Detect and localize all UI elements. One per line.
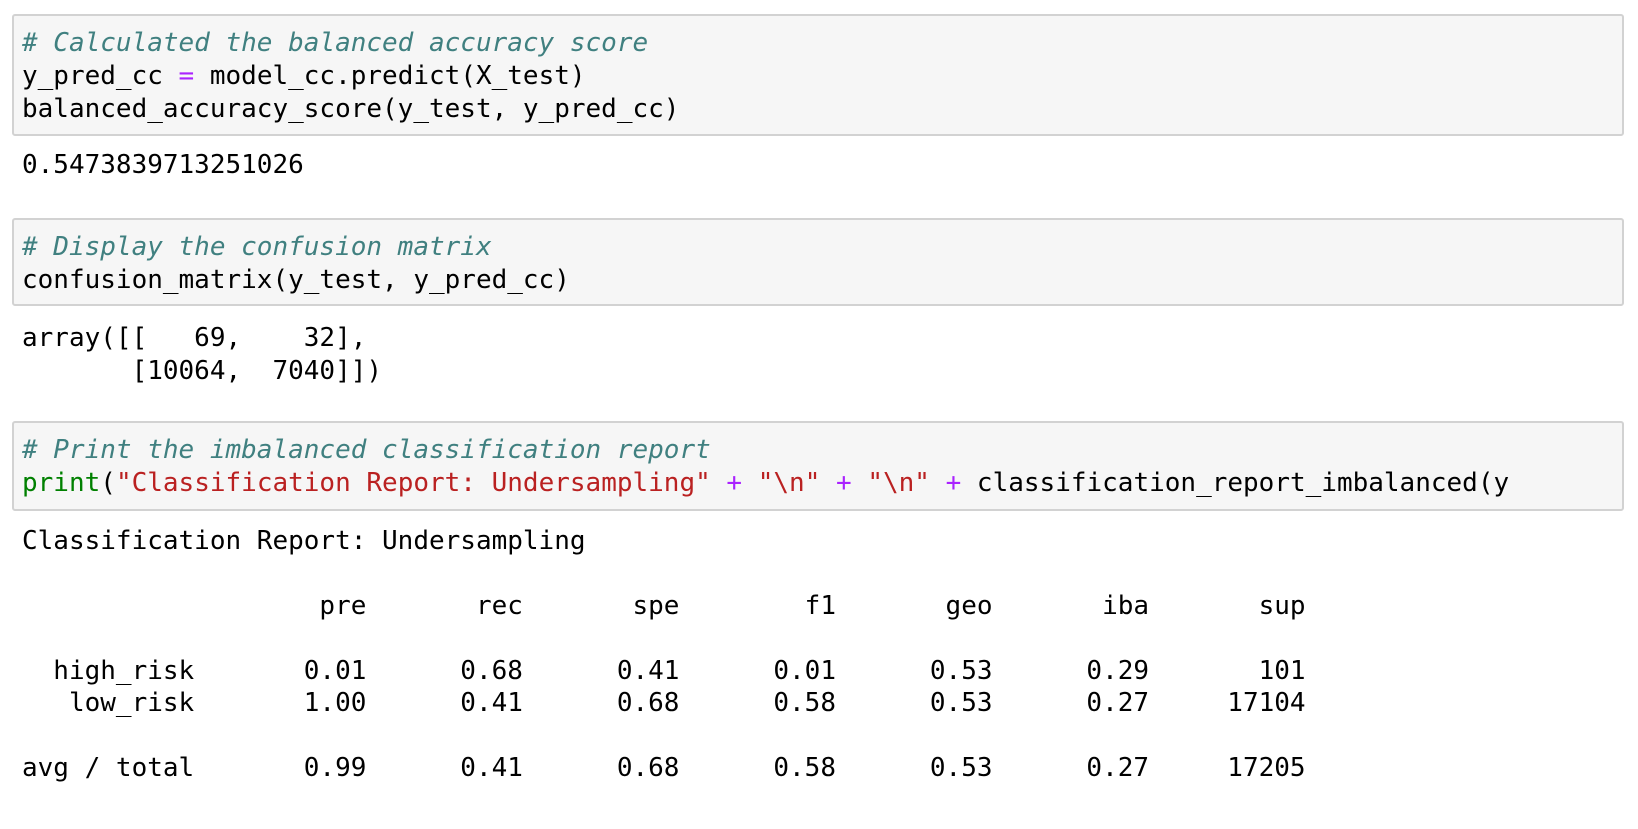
cell-output-line: array([[ 69, 32],: [22, 323, 367, 353]
report-header: pre rec spe f1 geo iba sup: [22, 591, 1306, 621]
code-token: model_cc.predict(X_test): [209, 61, 586, 91]
code-line: print("Classification Report: Undersampl…: [22, 466, 1509, 500]
code-string: "\n": [867, 468, 930, 498]
code-builtin: print: [22, 468, 101, 498]
code-line: balanced_accuracy_score(y_test, y_pred_c…: [22, 94, 680, 124]
code-string: "Classification Report: Undersampling": [115, 468, 711, 498]
code-token: classification_report_imbalanced(y: [976, 468, 1510, 498]
report-title: Classification Report: Undersampling: [22, 526, 586, 556]
code-operator: +: [945, 468, 962, 498]
code-operator: =: [178, 61, 195, 91]
cell-output: 0.5473839713251026: [22, 150, 304, 180]
cell-output-line: [10064, 7040]]): [22, 356, 383, 386]
code-cell-2[interactable]: # Display the confusion matrix confusion…: [12, 218, 1624, 306]
code-comment: # Calculated the balanced accuracy score: [22, 28, 649, 58]
code-cell-1[interactable]: # Calculated the balanced accuracy score…: [12, 14, 1624, 136]
code-token: y_pred_cc: [22, 61, 163, 91]
code-line: y_pred_cc = model_cc.predict(X_test): [22, 59, 586, 93]
report-row: high_risk 0.01 0.68 0.41 0.01 0.53 0.29 …: [22, 656, 1306, 686]
code-comment: # Print the imbalanced classification re…: [22, 435, 711, 465]
code-token: (: [100, 468, 116, 498]
code-operator: +: [836, 468, 852, 498]
code-cell-3[interactable]: # Print the imbalanced classification re…: [12, 421, 1624, 511]
report-row: low_risk 1.00 0.41 0.68 0.58 0.53 0.27 1…: [22, 688, 1306, 718]
code-comment: # Display the confusion matrix: [22, 232, 492, 262]
code-operator: +: [726, 468, 743, 498]
code-line: confusion_matrix(y_test, y_pred_cc): [22, 265, 570, 295]
code-string: "\n": [757, 468, 821, 498]
report-total-row: avg / total 0.99 0.41 0.68 0.58 0.53 0.2…: [22, 753, 1306, 783]
